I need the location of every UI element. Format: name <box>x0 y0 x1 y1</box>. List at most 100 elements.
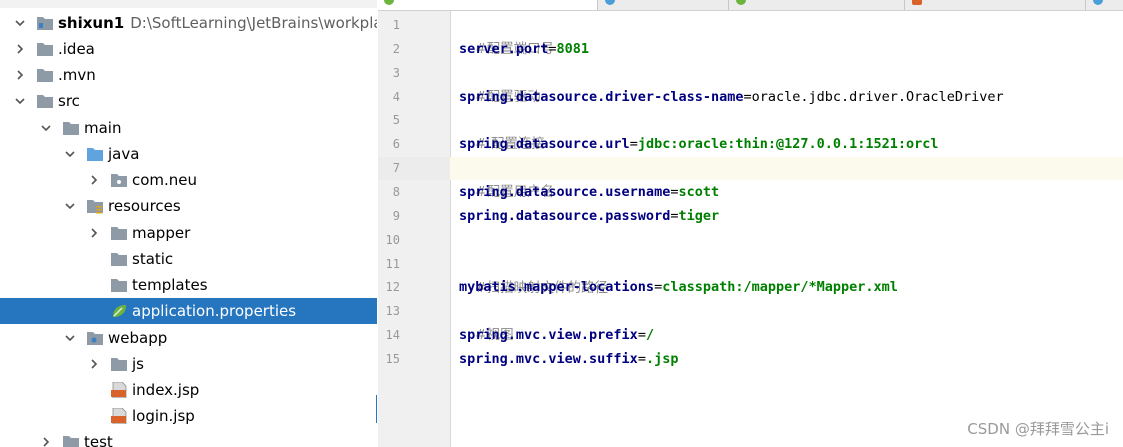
tree-item-label: src <box>58 92 80 110</box>
line-number: 1 <box>392 18 400 32</box>
folder-icon <box>36 67 54 83</box>
tree-scrollbar-thumb[interactable] <box>376 395 377 423</box>
line-number: 4 <box>392 90 400 104</box>
line-number: 13 <box>385 304 400 318</box>
folder-icon <box>110 356 128 372</box>
code-line[interactable]: #配置驱动 <box>459 61 540 105</box>
chevron-down-icon[interactable] <box>64 146 76 162</box>
tree-item-label: java <box>108 145 140 163</box>
property-key: spring.datasource.username <box>459 184 671 200</box>
code-line[interactable]: mybatis.mapper-locations=classpath:/mapp… <box>459 275 898 299</box>
code-line[interactable]: #视图 <box>459 299 513 343</box>
tree-item-mapper[interactable]: mapper <box>0 220 377 246</box>
code-line[interactable]: #配置用户名 <box>459 156 554 200</box>
tree-item-com-neu[interactable]: com.neu <box>0 167 377 193</box>
code-line[interactable]: # 配置连接 <box>459 108 545 152</box>
code-line[interactable]: spring.datasource.username=scott <box>459 180 719 204</box>
chevron-right-icon[interactable] <box>88 172 100 188</box>
tree-item-label: .mvn <box>58 66 96 84</box>
property-value: jdbc:oracle:thin:@127.0.0.1:1521:orcl <box>637 136 939 152</box>
tree-item-application-properties[interactable]: application.properties <box>0 298 377 324</box>
code-line[interactable]: spring.datasource.driver-class-name=orac… <box>459 85 1004 109</box>
tree-item-resources[interactable]: resources <box>0 193 377 219</box>
chevron-down-icon[interactable] <box>40 120 52 136</box>
tree-item-js[interactable]: js <box>0 351 377 377</box>
editor-tab[interactable] <box>599 0 729 10</box>
chevron-down-icon[interactable] <box>14 15 26 31</box>
jsp-file-icon <box>110 382 128 398</box>
tree-root-path: D:\SoftLearning\JetBrains\workplace\s <box>130 14 377 32</box>
line-number: 5 <box>392 113 400 127</box>
tree-item-label: js <box>132 355 144 373</box>
tree-item-label: static <box>132 250 174 268</box>
tree-item-label: index.jsp <box>132 381 200 399</box>
code-line[interactable]: spring.datasource.password=tiger <box>459 204 719 228</box>
code-editor[interactable] <box>451 11 1123 447</box>
editor-tab[interactable] <box>730 0 905 10</box>
tree-item-webapp[interactable]: webapp <box>0 325 377 351</box>
property-value: .jsp <box>645 351 679 367</box>
tree-item-login-jsp[interactable]: login.jsp <box>0 403 377 429</box>
chevron-right-icon[interactable] <box>14 41 26 57</box>
code-line[interactable]: spring.mvc.view.prefix=/ <box>459 323 654 347</box>
chevron-right-icon[interactable] <box>14 67 26 83</box>
line-number: 7 <box>392 161 400 175</box>
folder-icon <box>62 120 80 136</box>
line-number: 6 <box>392 137 400 151</box>
equals-sign: = <box>637 351 646 367</box>
chevron-right-icon[interactable] <box>40 434 52 447</box>
tree-item-index-jsp[interactable]: index.jsp <box>0 377 377 403</box>
property-key: spring.datasource.password <box>459 208 671 224</box>
tree-item-src[interactable]: src <box>0 88 377 114</box>
code-line[interactable]: spring.datasource.url=jdbc:oracle:thin:@… <box>459 132 939 156</box>
line-number: 12 <box>385 280 400 294</box>
line-number: 14 <box>385 328 400 342</box>
folder-icon <box>62 434 80 447</box>
web-folder-icon <box>86 330 104 346</box>
editor-tab[interactable] <box>906 0 1086 10</box>
tree-item-label: main <box>84 119 122 137</box>
property-key: spring.mvc.view.suffix <box>459 351 638 367</box>
line-number: 3 <box>392 66 400 80</box>
watermark: CSDN @拜拜雪公主i <box>967 420 1109 438</box>
tree-item-static[interactable]: static <box>0 246 377 272</box>
chevron-right-icon[interactable] <box>88 225 100 241</box>
code-line[interactable]: #扫描映射文件的路径 <box>459 252 608 296</box>
code-line[interactable]: server.port=8081 <box>459 37 589 61</box>
tree-item-templates[interactable]: templates <box>0 272 377 298</box>
line-number: 2 <box>392 42 400 56</box>
property-key: spring.mvc.view.prefix <box>459 327 638 343</box>
editor-tab-active[interactable] <box>378 0 598 10</box>
line-number: 8 <box>392 185 400 199</box>
tree-item-test[interactable]: test <box>0 429 377 447</box>
property-value: classpath:/mapper/*Mapper.xml <box>662 279 898 295</box>
tree-item-label: com.neu <box>132 171 198 189</box>
chevron-down-icon[interactable] <box>64 198 76 214</box>
property-value: oracle.jdbc.driver.OracleDriver <box>751 89 1004 105</box>
equals-sign: = <box>548 41 557 57</box>
property-key: spring.datasource.url <box>459 136 630 152</box>
editor-tab[interactable] <box>1087 0 1123 10</box>
property-key: mybatis.mapper-locations <box>459 279 655 295</box>
tree-item-main[interactable]: main <box>0 115 377 141</box>
source-folder-icon <box>86 146 104 162</box>
code-line[interactable]: #配置端口号 <box>459 13 554 57</box>
chevron-right-icon[interactable] <box>88 356 100 372</box>
project-tree: shixun1 D:\SoftLearning\JetBrains\workpl… <box>0 0 377 447</box>
tree-item-java[interactable]: java <box>0 141 377 167</box>
tree-item-idea[interactable]: .idea <box>0 36 377 62</box>
file-icon <box>605 0 615 5</box>
tree-item-label: test <box>84 433 113 447</box>
file-icon <box>912 0 922 5</box>
line-number: 11 <box>385 257 400 271</box>
editor-tab-bar <box>378 0 1123 11</box>
tree-root-shixun1[interactable]: shixun1 D:\SoftLearning\JetBrains\workpl… <box>0 10 377 36</box>
tree-item-mvn[interactable]: .mvn <box>0 62 377 88</box>
code-line[interactable]: spring.mvc.view.suffix=.jsp <box>459 347 678 371</box>
resources-folder-icon <box>86 198 104 214</box>
folder-icon <box>110 225 128 241</box>
property-key: server.port <box>459 41 549 57</box>
chevron-down-icon[interactable] <box>64 330 76 346</box>
chevron-down-icon[interactable] <box>14 93 26 109</box>
jsp-file-icon <box>110 408 128 424</box>
